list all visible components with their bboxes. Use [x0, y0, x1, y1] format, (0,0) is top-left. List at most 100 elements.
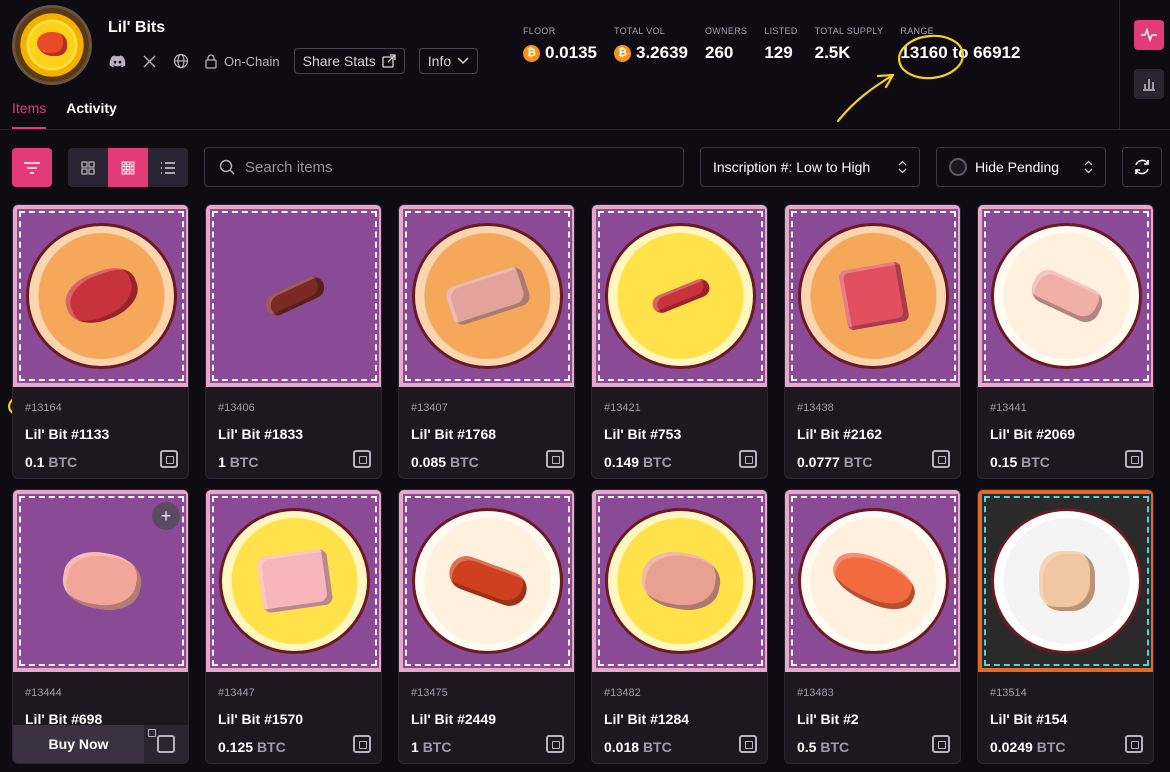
stat-label: FLOOR [523, 26, 556, 36]
item-title: Lil' Bit #154 [990, 711, 1068, 727]
quick-view-icon[interactable] [932, 450, 950, 468]
item-image[interactable] [592, 490, 767, 672]
pending-select[interactable]: Hide Pending [936, 147, 1106, 187]
item-card[interactable]: #13514 Lil' Bit #154 0.0249 BTC [977, 489, 1154, 764]
quick-view-icon[interactable] [546, 450, 564, 468]
inscription-number: #13444 [25, 687, 62, 699]
item-title: Lil' Bit #753 [604, 426, 682, 442]
item-image[interactable] [978, 490, 1153, 672]
quick-view-icon[interactable] [353, 450, 371, 468]
stat-label: RANGE [900, 26, 934, 36]
price-unit: BTC [256, 739, 286, 755]
search-input[interactable] [245, 158, 665, 176]
updown-chevron-icon [898, 160, 907, 174]
price-unit: BTC [843, 454, 873, 470]
stat-range: RANGE 13160 to 66912 [900, 26, 1020, 63]
info-dropdown[interactable]: Info [418, 48, 479, 74]
item-price: 1 BTC [218, 454, 258, 470]
quick-view-icon[interactable] [739, 735, 757, 753]
quick-view-icon[interactable] [1125, 450, 1143, 468]
stat-floor: FLOOR ₿ 0.0135 [523, 26, 597, 63]
item-card[interactable]: #13421 Lil' Bit #753 0.149 BTC [591, 204, 768, 479]
stat-value-text: 260 [705, 43, 734, 62]
item-image[interactable] [785, 490, 960, 672]
activity-chart-button[interactable] [1134, 20, 1164, 50]
item-title: Lil' Bit #2069 [990, 426, 1076, 442]
large-grid-view-button[interactable] [68, 148, 108, 187]
stats-chart-button[interactable] [1134, 69, 1164, 99]
sort-value: Inscription #: Low to High [713, 159, 871, 175]
item-card[interactable]: #13407 Lil' Bit #1768 0.085 BTC [398, 204, 575, 479]
item-title: Lil' Bit #2 [797, 711, 859, 727]
stat-value-text: 2.5K [814, 43, 851, 62]
list-view-button[interactable] [148, 148, 188, 187]
shrimp-icon [37, 32, 67, 56]
pending-value: Hide Pending [975, 159, 1060, 175]
item-image[interactable] [206, 490, 381, 672]
globe-icon[interactable] [172, 52, 190, 70]
item-card[interactable]: #13483 Lil' Bit #2 0.5 BTC [784, 489, 961, 764]
tab-items[interactable]: Items [12, 100, 47, 129]
quick-view-icon[interactable] [739, 450, 757, 468]
item-price: 0.0777 BTC [797, 454, 873, 470]
refresh-icon [1135, 159, 1149, 175]
stat-value-text: 0.0135 [545, 43, 597, 62]
item-card[interactable]: #13475 Lil' Bit #2449 1 BTC [398, 489, 575, 764]
price-unit: BTC [1021, 454, 1050, 470]
small-grid-view-button[interactable] [108, 148, 148, 187]
tab-activity[interactable]: Activity [66, 100, 117, 129]
item-image[interactable] [399, 205, 574, 387]
x-icon[interactable] [140, 52, 158, 70]
filter-button[interactable] [12, 148, 52, 187]
bitcoin-icon: ₿ [523, 44, 540, 62]
price-unit: BTC [422, 739, 452, 755]
filter-icon [24, 161, 40, 174]
item-image[interactable] [592, 205, 767, 387]
info-label: Info [427, 53, 452, 69]
quick-view-icon[interactable] [546, 735, 564, 753]
price-unit: BTC [642, 454, 672, 470]
add-to-cart-icon[interactable]: + [152, 502, 180, 530]
buy-now-button[interactable]: Buy Now [13, 725, 144, 763]
stat-label: LISTED [764, 26, 798, 36]
refresh-button[interactable] [1122, 147, 1162, 187]
stat-value: 129 [764, 43, 797, 63]
item-image[interactable] [978, 205, 1153, 387]
price-value: 0.5 [797, 739, 817, 755]
item-image[interactable] [785, 205, 960, 387]
quick-view-icon[interactable] [932, 735, 950, 753]
quick-view-icon[interactable] [160, 450, 178, 468]
item-card[interactable]: #13447 Lil' Bit #1570 0.125 BTC [205, 489, 382, 764]
share-stats-button[interactable]: Share Stats [293, 48, 405, 74]
search-box [204, 147, 684, 187]
onchain-link[interactable]: On-Chain [204, 54, 280, 69]
updown-chevron-icon [1084, 160, 1093, 174]
price-value: 1 [411, 739, 419, 755]
stat-label: TOTAL SUPPLY [814, 26, 884, 36]
item-card[interactable]: #13482 Lil' Bit #1284 0.018 BTC [591, 489, 768, 764]
item-image[interactable] [13, 205, 188, 387]
item-price: 0.0249 BTC [990, 739, 1066, 755]
food-graphic [262, 272, 328, 320]
stat-value: 13160 to 66912 [900, 43, 1020, 63]
inscription-number: #13482 [604, 687, 641, 699]
item-card[interactable]: #13406 Lil' Bit #1833 1 BTC [205, 204, 382, 479]
item-image[interactable] [206, 205, 381, 387]
sort-select[interactable]: Inscription #: Low to High [700, 147, 920, 187]
item-image[interactable]: + [13, 490, 188, 672]
price-unit: BTC [1036, 739, 1066, 755]
item-card[interactable]: + #13444 Lil' Bit #698 Buy Now [12, 489, 189, 764]
item-card[interactable]: #13164 Lil' Bit #1133 0.1 BTC [12, 204, 189, 479]
quick-view-icon[interactable] [1125, 735, 1143, 753]
item-image[interactable] [399, 490, 574, 672]
quick-view-button[interactable] [144, 725, 188, 763]
bar-chart-icon [1143, 79, 1155, 91]
stat-value: ₿ 3.2639 [614, 43, 688, 63]
inscription-number: #13475 [411, 687, 448, 699]
discord-icon[interactable] [108, 52, 126, 70]
stat-label: TOTAL VOL [614, 26, 666, 36]
stat-value-text: 129 [764, 43, 793, 62]
item-card[interactable]: #13441 Lil' Bit #2069 0.15 BTC [977, 204, 1154, 479]
quick-view-icon[interactable] [353, 735, 371, 753]
item-card[interactable]: #13438 Lil' Bit #2162 0.0777 BTC [784, 204, 961, 479]
